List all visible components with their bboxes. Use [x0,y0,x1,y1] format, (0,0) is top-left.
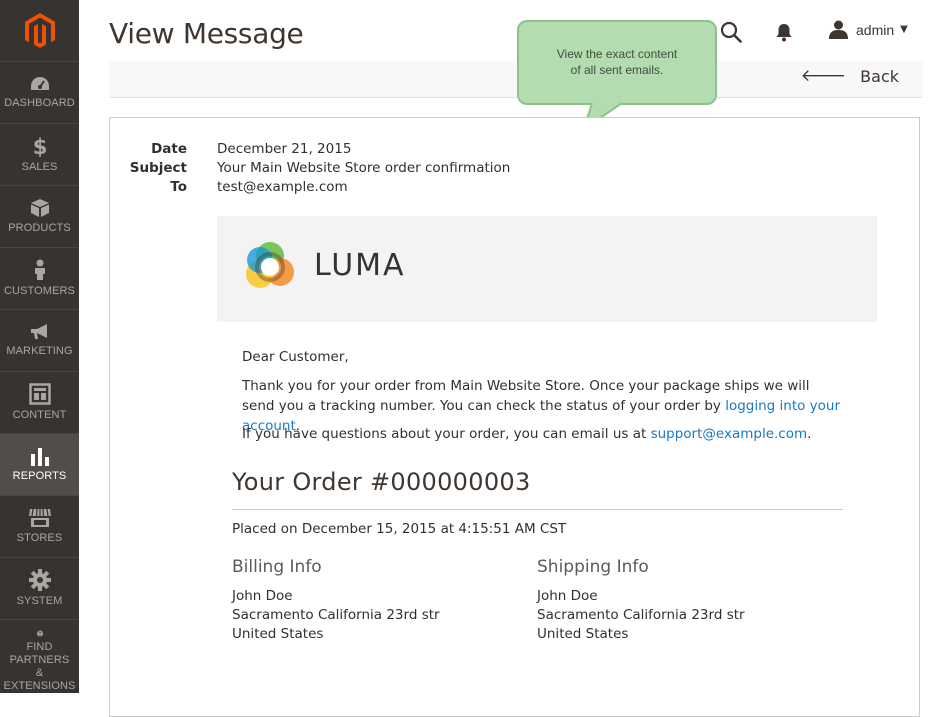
meta-row-to: To test@example.com [110,178,510,197]
sidebar-item-label: CONTENT [12,409,67,421]
chevron-down-icon: ▼ [900,24,908,35]
admin-sidebar: DASHBOARD $ SALES PRODUCTS CUSTOMERS MAR… [0,0,79,693]
order-title: Your Order #000000003 [232,468,531,496]
bar-chart-icon [30,448,49,466]
address-line: United States [537,626,629,642]
sidebar-item-label: PRODUCTS [8,222,71,234]
sidebar-item-label: CUSTOMERS [4,285,75,297]
divider [232,509,843,510]
magento-logo-icon [24,12,55,48]
sidebar-item-dashboard[interactable]: DASHBOARD [0,62,79,124]
billing-info: Billing Info John Doe Sacramento Califor… [232,557,440,644]
megaphone-icon [30,324,47,339]
back-button[interactable]: 🡐 Back [801,66,899,86]
user-icon [829,20,848,39]
tooltip-line: of all sent emails. [570,63,664,77]
sidebar-item-label: & EXTENSIONS [3,667,76,692]
cubes-icon [36,630,43,637]
search-icon[interactable] [720,21,742,43]
shipping-heading: Shipping Info [537,557,649,577]
message-meta: Date December 21, 2015 Subject Your Main… [110,140,511,197]
meta-label: Subject [129,160,187,176]
meta-value: December 21, 2015 [217,141,352,157]
email-header-banner: LUMA [217,216,877,322]
admin-username: admin [856,21,895,38]
message-panel: Date December 21, 2015 Subject Your Main… [109,117,920,717]
shipping-info: Shipping Info John Doe Sacramento Califo… [537,557,745,644]
sidebar-item-label: FIND PARTNERS [9,641,70,666]
billing-heading: Billing Info [232,557,322,577]
sidebar-item-sales[interactable]: $ SALES [0,124,79,186]
meta-value: test@example.com [217,179,348,195]
sidebar-item-label: SALES [21,161,58,173]
callout-tooltip: View the exact content of all sent email… [517,20,717,105]
address-line: Sacramento California 23rd str [537,607,745,623]
admin-user-menu[interactable]: admin ▼ [829,20,908,39]
person-icon [34,259,45,280]
layout-icon [28,383,51,405]
back-button-label: Back [860,66,899,86]
box-icon [30,199,49,217]
meta-row-subject: Subject Your Main Website Store order co… [110,159,511,178]
order-placed-date: Placed on December 15, 2015 at 4:15:51 A… [232,521,567,537]
luma-logo-icon [246,242,294,288]
sidebar-item-marketing[interactable]: MARKETING [0,310,79,372]
sidebar-item-label: REPORTS [12,470,67,482]
sidebar-item-content[interactable]: CONTENT [0,372,79,434]
svg-text:$: $ [32,135,47,157]
arrow-left-icon: 🡐 [800,66,847,86]
meta-label: Date [151,141,187,157]
tooltip-line: View the exact content [556,47,678,61]
sidebar-item-label: STORES [16,532,63,544]
page-actions-bar: 🡐 Back [109,61,923,98]
meta-value: Your Main Website Store order confirmati… [217,160,511,176]
sidebar-item-stores[interactable]: STORES [0,496,79,558]
sidebar-item-system[interactable]: SYSTEM [0,558,79,620]
questions-paragraph: If you have questions about your order, … [242,424,842,444]
paragraph-text: If you have questions about your order, … [242,426,651,442]
support-email-link[interactable]: support@example.com [651,426,808,442]
bell-icon[interactable] [775,23,793,42]
magento-logo[interactable] [0,0,79,62]
address-line: John Doe [537,588,598,604]
address-line: Sacramento California 23rd str [232,607,440,623]
address-line: John Doe [232,588,293,604]
meta-label: To [170,179,187,195]
sidebar-item-label: MARKETING [6,345,73,357]
sidebar-item-reports[interactable]: REPORTS [0,434,79,496]
page-title: View Message [109,17,304,50]
luma-wordmark: LUMA [314,248,406,283]
meta-row-date: Date December 21, 2015 [110,140,510,159]
gear-icon [28,569,51,591]
dollar-icon: $ [32,135,47,157]
sidebar-item-products[interactable]: PRODUCTS [0,186,79,248]
address-line: United States [232,626,324,642]
storefront-icon [28,508,51,527]
paragraph-text: . [807,426,812,442]
sidebar-item-customers[interactable]: CUSTOMERS [0,248,79,310]
sidebar-item-label: DASHBOARD [4,97,75,109]
greeting-text: Dear Customer, [242,349,349,365]
sidebar-item-label: SYSTEM [16,595,63,607]
sidebar-item-find-partners[interactable]: FIND PARTNERS & EXTENSIONS [0,620,79,693]
dashboard-icon [30,77,49,90]
